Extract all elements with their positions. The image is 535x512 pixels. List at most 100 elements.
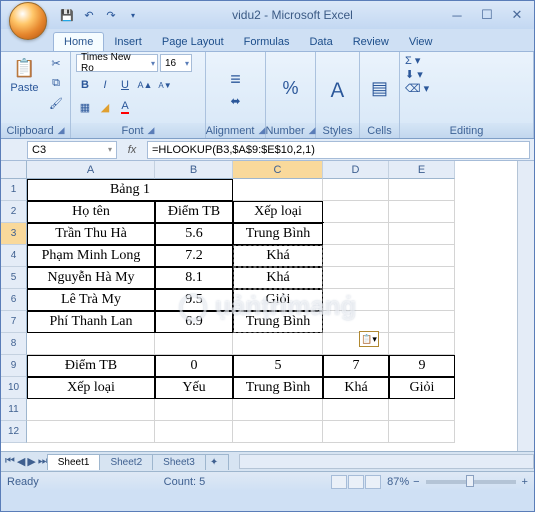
minimize-button[interactable]: ─ [444, 6, 470, 24]
horizontal-scrollbar[interactable] [239, 454, 534, 469]
normal-view-button[interactable] [331, 475, 347, 489]
cell-c9[interactable]: 5 [233, 355, 323, 377]
font-size-combo[interactable]: 16 [160, 54, 192, 72]
tab-insert[interactable]: Insert [104, 33, 152, 51]
vertical-scrollbar[interactable] [517, 161, 534, 451]
cell-c12[interactable] [233, 421, 323, 443]
cell-d1[interactable] [323, 179, 389, 201]
border-button[interactable]: ▦ [76, 98, 94, 116]
cell-e9[interactable]: 9 [389, 355, 455, 377]
row-header-5[interactable]: 5 [1, 267, 27, 289]
tab-data[interactable]: Data [299, 33, 342, 51]
new-sheet-tab[interactable]: ✦ [205, 454, 229, 470]
col-header-e[interactable]: E [389, 161, 455, 179]
cut-icon[interactable]: ✂ [47, 54, 65, 72]
row-header-8[interactable]: 8 [1, 333, 27, 355]
cell-c8[interactable] [233, 333, 323, 355]
sheet-tab-3[interactable]: Sheet3 [152, 454, 206, 470]
italic-button[interactable]: I [96, 76, 114, 94]
cell-e4[interactable] [389, 245, 455, 267]
shrink-font-icon[interactable]: A▼ [156, 76, 174, 94]
clear-button[interactable]: ⌫ ▾ [405, 82, 429, 95]
cell-d8[interactable] [323, 333, 389, 355]
redo-icon[interactable]: ↷ [103, 7, 119, 23]
col-header-c[interactable]: C [233, 161, 323, 179]
cell-a9[interactable]: Điểm TB [27, 355, 155, 377]
alignment-launcher-icon[interactable]: ◢ [259, 125, 266, 136]
cell-a10[interactable]: Xếp loại [27, 377, 155, 399]
office-button[interactable] [9, 2, 47, 40]
format-painter-icon[interactable]: 🖌 [47, 94, 65, 112]
cell-e12[interactable] [389, 421, 455, 443]
paste-button[interactable]: 📋 Paste [6, 54, 43, 96]
zoom-slider[interactable] [426, 480, 516, 484]
cell-d5[interactable] [323, 267, 389, 289]
cell-b10[interactable]: Yếu [155, 377, 233, 399]
cell-b12[interactable] [155, 421, 233, 443]
cell-e7[interactable] [389, 311, 455, 333]
cell-d4[interactable] [323, 245, 389, 267]
row-header-9[interactable]: 9 [1, 355, 27, 377]
cell-a4[interactable]: Phạm Minh Long [27, 245, 155, 267]
cell-d9[interactable]: 7 [323, 355, 389, 377]
grow-font-icon[interactable]: A▲ [136, 76, 154, 94]
cell-d2[interactable] [323, 201, 389, 223]
cell-d10[interactable]: Khá [323, 377, 389, 399]
styles-icon[interactable]: Ａ [328, 74, 348, 103]
row-header-10[interactable]: 10 [1, 377, 27, 399]
cell-e11[interactable] [389, 399, 455, 421]
cell-e2[interactable] [389, 201, 455, 223]
maximize-button[interactable]: ☐ [474, 6, 500, 24]
tab-formulas[interactable]: Formulas [234, 33, 300, 51]
copy-icon[interactable]: ⧉ [47, 74, 65, 92]
tab-nav-prev-icon[interactable]: ◀ [17, 455, 25, 468]
cell-a6[interactable]: Lê Trà My [27, 289, 155, 311]
save-icon[interactable]: 💾 [59, 7, 75, 23]
alignment-icon[interactable]: ≡ [230, 69, 241, 90]
row-header-1[interactable]: 1 [1, 179, 27, 201]
tab-home[interactable]: Home [53, 32, 104, 51]
autosum-button[interactable]: Σ ▾ [405, 54, 420, 67]
cell-e6[interactable] [389, 289, 455, 311]
cell-b5[interactable]: 8.1 [155, 267, 233, 289]
zoom-level[interactable]: 87% [387, 476, 409, 488]
bold-button[interactable]: B [76, 76, 94, 94]
cell-b8[interactable] [155, 333, 233, 355]
font-color-button[interactable]: A [116, 98, 134, 116]
qat-more-icon[interactable]: ▾ [125, 7, 141, 23]
cell-c1[interactable] [233, 179, 323, 201]
fill-color-button[interactable]: ◢ [96, 98, 114, 116]
cell-d11[interactable] [323, 399, 389, 421]
cell-d6[interactable] [323, 289, 389, 311]
cell-a5[interactable]: Nguyễn Hà My [27, 267, 155, 289]
cell-c3[interactable]: Trung Bình [233, 223, 323, 245]
tab-page-layout[interactable]: Page Layout [152, 33, 234, 51]
cell-b6[interactable]: 9.5 [155, 289, 233, 311]
page-break-view-button[interactable] [365, 475, 381, 489]
row-header-4[interactable]: 4 [1, 245, 27, 267]
clipboard-launcher-icon[interactable]: ◢ [58, 125, 65, 136]
cell-a1[interactable]: Bảng 1 [27, 179, 233, 201]
row-header-2[interactable]: 2 [1, 201, 27, 223]
name-box[interactable]: C3 [27, 141, 117, 159]
tab-view[interactable]: View [399, 33, 443, 51]
select-all-corner[interactable] [1, 161, 27, 179]
cell-e3[interactable] [389, 223, 455, 245]
cell-b9[interactable]: 0 [155, 355, 233, 377]
page-layout-view-button[interactable] [348, 475, 364, 489]
font-launcher-icon[interactable]: ◢ [148, 125, 155, 136]
tab-review[interactable]: Review [343, 33, 399, 51]
cell-b7[interactable]: 6.9 [155, 311, 233, 333]
cell-d7[interactable] [323, 311, 389, 333]
underline-button[interactable]: U [116, 76, 134, 94]
zoom-in-button[interactable]: + [522, 476, 528, 488]
cell-b11[interactable] [155, 399, 233, 421]
formula-input[interactable]: =HLOOKUP(B3,$A$9:$E$10,2,1) [147, 141, 530, 159]
row-header-6[interactable]: 6 [1, 289, 27, 311]
font-family-combo[interactable]: Times New Ro [76, 54, 158, 72]
paste-options-tag[interactable]: 📋▾ [359, 331, 379, 347]
col-header-d[interactable]: D [323, 161, 389, 179]
cell-d12[interactable] [323, 421, 389, 443]
undo-icon[interactable]: ↶ [81, 7, 97, 23]
merge-center-icon[interactable]: ⬌ [230, 94, 240, 108]
